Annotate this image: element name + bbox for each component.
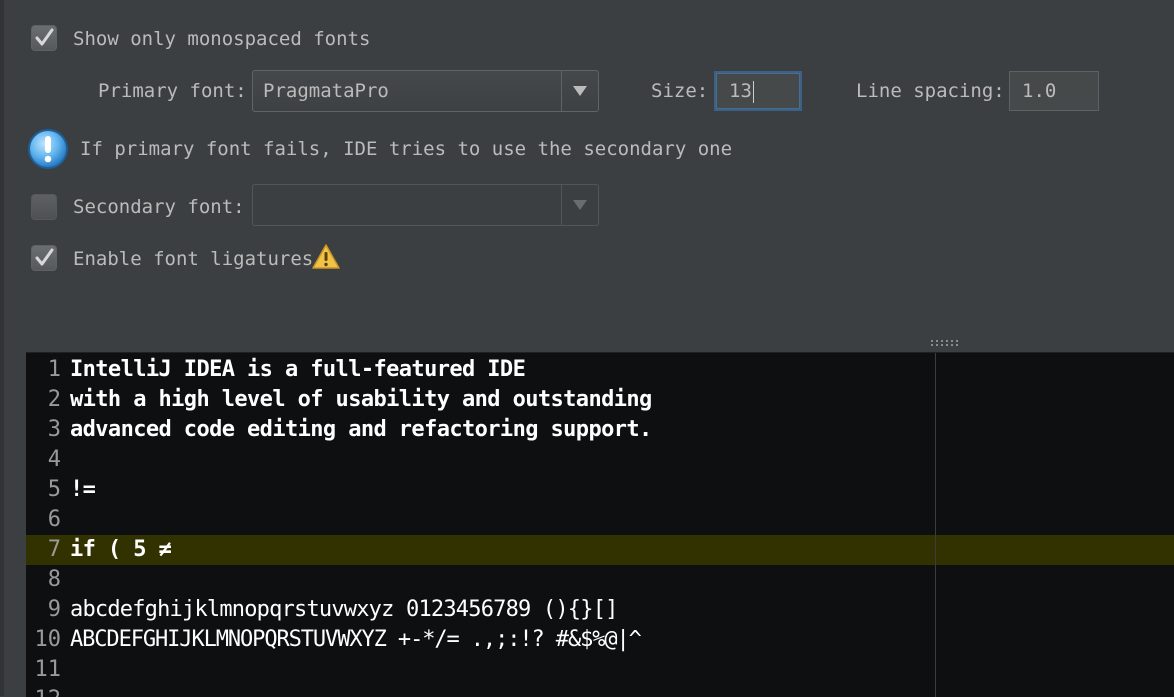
line-text: if ( 5 ≠ xyxy=(70,537,172,562)
line-spacing-value: 1.0 xyxy=(1022,80,1057,102)
primary-font-label: Primary font: xyxy=(98,80,247,102)
show-monospaced-checkbox[interactable] xyxy=(31,25,57,51)
line-text: != xyxy=(70,477,96,502)
line-text: ABCDEFGHIJKLMNOPQRSTUVWXYZ +-*/= .,;:!? … xyxy=(70,627,642,652)
editor-line: 4 xyxy=(26,445,1174,475)
size-value: 13 xyxy=(729,80,752,102)
ligatures-checkbox[interactable] xyxy=(31,245,57,271)
dropdown-arrow-icon[interactable] xyxy=(561,71,598,111)
line-number: 5 xyxy=(47,477,61,502)
right-margin-guide xyxy=(935,353,936,697)
editor-line: 12 xyxy=(26,685,1174,697)
editor-line: 6 xyxy=(26,505,1174,535)
line-number: 10 xyxy=(34,627,62,652)
line-number: 6 xyxy=(47,507,61,532)
line-number: 1 xyxy=(47,357,61,382)
info-text: If primary font fails, IDE tries to use … xyxy=(80,138,733,160)
line-number: 12 xyxy=(26,685,62,697)
splitter-handle[interactable] xyxy=(930,339,960,348)
line-number: 3 xyxy=(47,417,61,442)
editor-line: 9 abcdefghijklmnopqrstuvwxyz 0123456789 … xyxy=(26,595,1174,625)
checkmark-icon xyxy=(35,28,54,46)
secondary-font-label[interactable]: Secondary font: xyxy=(73,196,245,218)
secondary-font-checkbox[interactable] xyxy=(31,194,57,220)
editor-line: 1 IntelliJ IDEA is a full-featured IDE xyxy=(26,355,1174,385)
line-text: advanced code editing and refactoring su… xyxy=(70,417,652,442)
text-caret xyxy=(753,81,754,103)
line-number: 7 xyxy=(47,537,61,562)
line-text: IntelliJ IDEA is a full-featured IDE xyxy=(70,357,526,382)
editor-line: 10 ABCDEFGHIJKLMNOPQRSTUVWXYZ +-*/= .,;:… xyxy=(26,625,1174,655)
line-number: 4 xyxy=(47,447,61,472)
editor-line: 5 != xyxy=(26,475,1174,505)
info-icon xyxy=(28,129,68,169)
line-spacing-input[interactable]: 1.0 xyxy=(1009,71,1099,111)
size-input[interactable]: 13 xyxy=(714,71,802,111)
size-label: Size: xyxy=(651,80,709,102)
line-number: 9 xyxy=(47,597,61,622)
checkmark-icon xyxy=(35,248,54,266)
editor-current-line: 7 if ( 5 ≠ xyxy=(26,535,1174,565)
ligatures-label[interactable]: Enable font ligatures xyxy=(73,248,313,270)
line-text: abcdefghijklmnopqrstuvwxyz 0123456789 ()… xyxy=(70,597,618,622)
line-number: 11 xyxy=(34,657,62,682)
show-monospaced-label[interactable]: Show only monospaced fonts xyxy=(73,28,370,50)
font-preview-editor[interactable]: 1 IntelliJ IDEA is a full-featured IDE 2… xyxy=(26,352,1174,697)
line-text: with a high level of usability and outst… xyxy=(70,387,652,412)
line-number: 8 xyxy=(47,567,61,592)
editor-line: 11 xyxy=(26,655,1174,685)
primary-font-value: PragmataPro xyxy=(263,80,389,102)
editor-line: 3 advanced code editing and refactoring … xyxy=(26,415,1174,445)
dropdown-arrow-icon[interactable] xyxy=(561,185,598,225)
primary-font-combo[interactable]: PragmataPro xyxy=(252,70,599,112)
line-number: 2 xyxy=(47,387,61,412)
secondary-font-combo[interactable] xyxy=(252,184,599,226)
warning-icon[interactable] xyxy=(312,243,340,271)
editor-line: 2 with a high level of usability and out… xyxy=(26,385,1174,415)
line-spacing-label: Line spacing: xyxy=(856,80,1005,102)
editor-line: 8 xyxy=(26,565,1174,595)
left-edge-border xyxy=(0,0,4,696)
